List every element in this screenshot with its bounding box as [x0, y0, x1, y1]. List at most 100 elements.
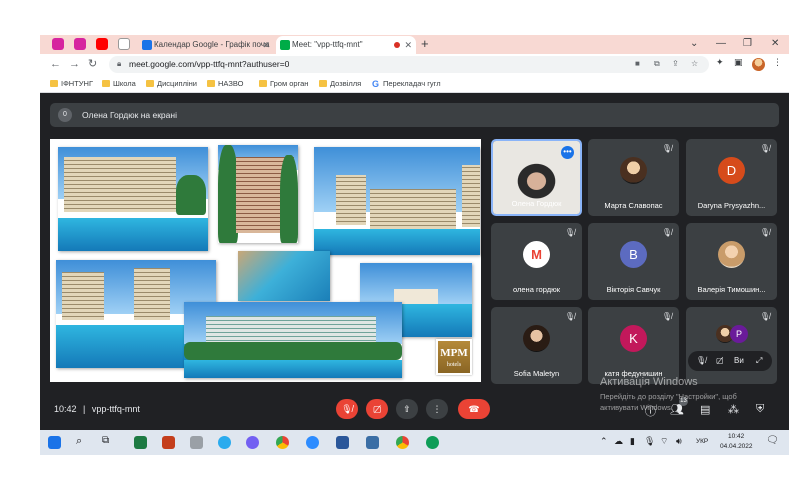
reload-icon[interactable]: ↻	[88, 57, 97, 71]
mic-off-icon: 🎙︎̸	[564, 312, 575, 321]
bookmark-item[interactable]: Гром орган	[259, 75, 308, 93]
search-icon[interactable]: ⌕	[76, 435, 82, 448]
chrome-icon[interactable]	[396, 436, 409, 449]
instagram-icon[interactable]	[52, 38, 64, 50]
hotel-photo	[218, 145, 298, 243]
show-hidden-icons[interactable]: ⌃	[600, 436, 608, 447]
tab-google-meet[interactable]: Meet: "vpp-ttfq-mnt" ✕	[276, 36, 416, 54]
translate-icon[interactable]: ⧉	[654, 59, 660, 69]
battery-icon[interactable]: ▮	[630, 436, 635, 447]
bookmark-item[interactable]: Дисципліни	[146, 75, 197, 93]
participant-tile[interactable]: 🎙︎̸ K катя федунишин	[588, 307, 679, 384]
powerpoint-icon[interactable]	[162, 436, 175, 449]
task-view-icon[interactable]: ⧉	[102, 435, 109, 446]
camera-off-icon[interactable]: ▢̸	[716, 351, 724, 371]
overflow-tile[interactable]: 🎙︎̸ P	[686, 307, 777, 384]
onedrive-icon[interactable]: ☁︎	[614, 436, 623, 447]
zoom-icon[interactable]	[306, 436, 319, 449]
self-view-controls: 🎙︎̸ ▢̸ Ви ⤢	[688, 351, 772, 371]
side-panel-icon[interactable]: ▣	[734, 57, 743, 68]
participant-tile[interactable]: 🎙︎̸ Валерія Тимошин...	[686, 223, 777, 300]
telegram-icon[interactable]	[218, 436, 231, 449]
notification-icon[interactable]: 🗨︎	[766, 435, 779, 446]
microphone-icon[interactable]: 🎙︎	[644, 436, 655, 447]
network-icon[interactable]: ⌔	[660, 436, 668, 447]
save-icon[interactable]	[366, 436, 379, 449]
mic-off-icon[interactable]: 🎙︎̸	[696, 351, 706, 371]
tab-search-icon[interactable]: ⌄	[690, 35, 698, 53]
taskbar: ⌕ ⧉ ⌃ ☁︎ ▮ 🎙︎ ⌔ 🔊︎ УКР 10:42 04.04.2022 …	[40, 430, 789, 455]
participant-tile[interactable]: ••• Олена Гордюк	[491, 139, 582, 216]
tab-label: Meet: "vpp-ttfq-mnt"	[292, 40, 363, 49]
more-options-button[interactable]: ⋮	[426, 399, 448, 419]
participant-tile[interactable]: 🎙︎̸ B Вікторія Савчук	[588, 223, 679, 300]
folder-icon	[102, 80, 110, 87]
menu-icon[interactable]: ⋮	[773, 57, 782, 68]
minimize-button[interactable]: —	[716, 35, 726, 53]
share-icon[interactable]: ⇪	[672, 59, 679, 68]
pool	[314, 229, 480, 255]
bookmark-star-icon[interactable]: ☆	[691, 59, 698, 68]
more-options-icon[interactable]: •••	[561, 146, 574, 159]
profile-avatar[interactable]	[752, 58, 765, 71]
presenting-count: 0	[58, 108, 72, 122]
tab-google-calendar[interactable]: Календар Google - Графік поча ✕	[138, 36, 274, 54]
hotel-photo	[184, 302, 402, 378]
bookmark-item[interactable]: НАЗВО	[207, 75, 243, 93]
youtube-icon[interactable]	[96, 38, 108, 50]
camera-toggle-button[interactable]: ▢̸	[366, 399, 388, 419]
mic-off-icon: 🎙︎̸	[759, 228, 770, 237]
rkf-icon[interactable]	[118, 38, 130, 50]
host-controls-icon[interactable]: ⛨	[756, 403, 764, 416]
clock-time[interactable]: 10:42	[728, 433, 744, 440]
hotel-photo	[314, 147, 480, 255]
excel-icon[interactable]	[134, 436, 147, 449]
participant-tile[interactable]: 🎙︎̸ M олена гордюк	[491, 223, 582, 300]
chrome-icon[interactable]	[276, 436, 289, 449]
info-icon[interactable]: ⓘ	[645, 403, 656, 419]
participant-tile[interactable]: 🎙︎̸ Sofia Maletyn	[491, 307, 582, 384]
mic-toggle-button[interactable]: 🎙︎̸	[336, 399, 358, 419]
participant-tile[interactable]: 🎙︎̸ Марта Славопас	[588, 139, 679, 216]
present-button[interactable]: ⇧	[396, 399, 418, 419]
close-icon[interactable]: ✕	[404, 36, 412, 54]
folder-icon	[50, 80, 58, 87]
close-icon[interactable]: ✕	[262, 36, 270, 54]
folder-icon	[207, 80, 215, 87]
expand-icon[interactable]: ⤢	[756, 351, 762, 371]
viber-icon[interactable]	[246, 436, 259, 449]
clock-date[interactable]: 04.04.2022	[720, 443, 753, 450]
leave-call-button[interactable]: ☎︎	[458, 399, 490, 419]
forward-icon[interactable]: →	[69, 57, 80, 71]
camera-icon[interactable]: ■	[635, 59, 640, 68]
close-window-button[interactable]: ✕	[771, 35, 779, 53]
bookmark-item[interactable]: G Перекладач гугл	[372, 75, 441, 93]
new-tab-button[interactable]: +	[421, 35, 429, 53]
activities-icon[interactable]: ⁂	[728, 403, 739, 416]
bookmark-item[interactable]: ІФНТУНГ	[50, 75, 93, 93]
volume-icon[interactable]: 🔊︎	[676, 436, 682, 447]
url-field[interactable]: 🔒︎ meet.google.com/vpp-ttfq-mnt?authuser…	[109, 56, 709, 73]
mic-off-icon: 🎙︎̸	[759, 312, 770, 321]
mic-off-icon: 🎙︎̸	[759, 144, 770, 153]
extensions-icon[interactable]: ✦	[716, 57, 724, 68]
bookmark-item[interactable]: Дозвілля	[319, 75, 361, 93]
chat-icon[interactable]: ▤	[700, 403, 710, 416]
instagram-icon[interactable]	[74, 38, 86, 50]
language-indicator[interactable]: УКР	[696, 438, 708, 445]
screen: Календар Google - Графік поча ✕ Meet: "v…	[40, 35, 789, 455]
bookmark-label: Перекладач гугл	[383, 79, 441, 88]
restore-button[interactable]: ❐	[743, 35, 752, 53]
back-icon[interactable]: ←	[50, 57, 61, 71]
participant-tile[interactable]: 🎙︎̸ D Daryna Prysyazhn...	[686, 139, 777, 216]
bookmark-label: НАЗВО	[218, 79, 244, 88]
gmail-icon: M	[523, 241, 550, 268]
trees	[280, 155, 298, 243]
word-icon[interactable]	[336, 436, 349, 449]
bookmark-item[interactable]: Школа	[102, 75, 136, 93]
telegram-desktop-icon[interactable]	[426, 436, 439, 449]
microphone-app-icon[interactable]	[190, 436, 203, 449]
pool	[184, 359, 402, 378]
windows-start-icon[interactable]	[48, 436, 61, 449]
mic-off-icon: 🎙︎̸	[564, 228, 575, 237]
